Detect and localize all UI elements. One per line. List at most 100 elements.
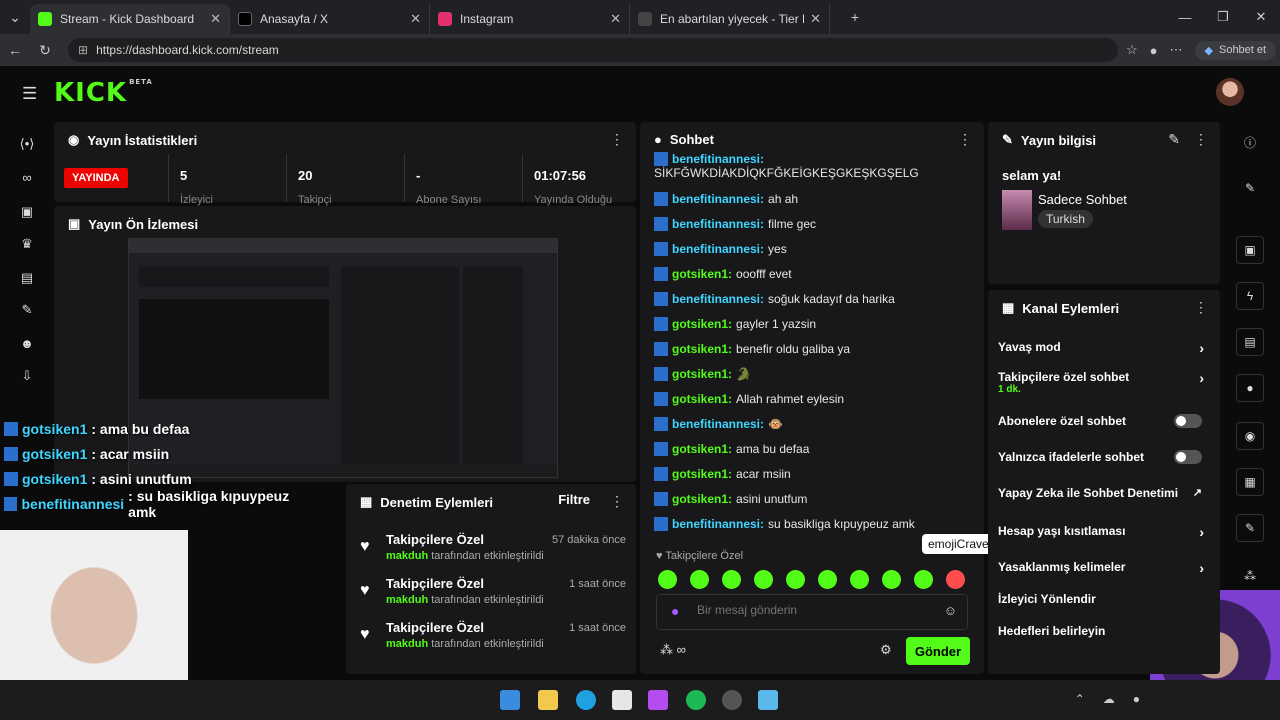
chat-username[interactable]: gotsiken1: (672, 317, 732, 331)
link-icon[interactable]: ∞ (18, 170, 36, 188)
more-icon[interactable]: ⋯ (1170, 42, 1183, 58)
close-window-icon[interactable]: ✕ (1242, 0, 1280, 34)
copilot-button[interactable]: ◆ Sohbet et (1194, 40, 1277, 60)
tab-kick-dashboard[interactable]: Stream - Kick Dashboard ✕ (30, 4, 230, 34)
audit-user[interactable]: makduh (386, 594, 428, 606)
start-icon[interactable] (500, 690, 520, 710)
chat-username[interactable]: gotsiken1: (672, 342, 732, 356)
chat-username[interactable]: gotsiken1: (672, 367, 732, 381)
layout-icon[interactable]: ⁂ (1236, 562, 1264, 590)
toggle-switch[interactable] (1174, 450, 1202, 464)
edge-icon[interactable] (576, 690, 596, 710)
tab-actions-icon[interactable]: ⌄ (0, 9, 30, 26)
url-field[interactable]: ⊞ https://dashboard.kick.com/stream (68, 38, 1118, 62)
panel-menu-icon[interactable]: ⋮ (958, 131, 972, 148)
mic-icon[interactable]: ● (671, 603, 679, 619)
menu-icon[interactable]: ☰ (22, 84, 37, 104)
tab-tierlist[interactable]: En abartılan yiyecek - Tier List, Kor ✕ (630, 4, 830, 34)
action-banned-words[interactable]: Yasaklanmış kelimeler › (998, 560, 1210, 576)
action-account-age[interactable]: Hesap yaşı kısıtlaması › (998, 524, 1210, 540)
emoji-picker-icon[interactable]: ☺ (944, 603, 957, 618)
document-icon[interactable]: ▤ (1236, 328, 1264, 356)
action-slow-mode[interactable]: Yavaş mod › (998, 340, 1210, 356)
toggle-switch[interactable] (1174, 414, 1202, 428)
chat-username[interactable]: gotsiken1: (672, 267, 732, 281)
capture-icon[interactable]: ▣ (1236, 236, 1264, 264)
emoji-button[interactable] (658, 570, 677, 589)
obs-icon[interactable] (722, 690, 742, 710)
chat-username[interactable]: gotsiken1: (672, 492, 732, 506)
server-icon[interactable]: ▦ (1236, 468, 1264, 496)
panel-menu-icon[interactable]: ⋮ (1194, 299, 1208, 316)
notepad-icon[interactable] (758, 690, 778, 710)
chat-username[interactable]: benefitinannesi: (672, 242, 764, 256)
panel-menu-icon[interactable]: ⋮ (610, 493, 624, 510)
wrench-icon[interactable]: ✎ (18, 302, 36, 320)
mic-icon[interactable]: ● (1133, 692, 1140, 706)
action-ai-moderation[interactable]: Yapay Zeka ile Sohbet Denetimi ↗ (998, 486, 1210, 500)
copilot-app-icon[interactable] (648, 690, 668, 710)
audit-user[interactable]: makduh (386, 550, 428, 562)
file-explorer-icon[interactable] (538, 690, 558, 710)
chat-username[interactable]: benefitinannesi: (672, 517, 764, 531)
kick-logo[interactable]: KICK BETA (54, 78, 153, 108)
emoji-button[interactable] (882, 570, 901, 589)
minimize-icon[interactable]: — (1166, 0, 1204, 34)
chat-username[interactable]: benefitinannesi: (672, 152, 764, 166)
emoji-button[interactable] (786, 570, 805, 589)
broadcast-icon[interactable]: ◉ (1236, 422, 1264, 450)
send-button[interactable]: Gönder (906, 637, 970, 665)
bolt-icon[interactable]: ϟ (1236, 282, 1264, 310)
profile-icon[interactable]: ● (1150, 43, 1158, 58)
close-tab-icon[interactable]: ✕ (610, 11, 621, 27)
action-followers-only[interactable]: Takipçilere özel sohbet 1 dk. › (998, 370, 1210, 395)
reload-icon[interactable]: ↻ (30, 42, 60, 59)
site-info-icon[interactable]: ⊞ (78, 43, 88, 57)
emoji-button[interactable] (690, 570, 709, 589)
spotify-icon[interactable] (686, 690, 706, 710)
panel-menu-icon[interactable]: ⋮ (610, 131, 624, 148)
emoji-button[interactable] (722, 570, 741, 589)
chat-input-box[interactable]: ● ☺ (656, 594, 968, 630)
tab-instagram[interactable]: Instagram ✕ (430, 4, 630, 34)
trophy-icon[interactable]: ♛ (18, 236, 36, 254)
chevron-up-icon[interactable]: ⌃ (1075, 692, 1085, 706)
category-name[interactable]: Sadece Sohbet (1038, 192, 1127, 207)
chat-username[interactable]: benefitinannesi: (672, 217, 764, 231)
chart-icon[interactable]: ▣ (18, 204, 36, 222)
close-tab-icon[interactable]: ✕ (210, 11, 221, 27)
wrench-icon[interactable]: ✎ (1236, 514, 1264, 542)
info-icon[interactable]: ⓘ (1236, 128, 1264, 156)
back-icon[interactable]: ← (0, 42, 30, 58)
stream-icon[interactable]: ⟨•⟩ (18, 136, 36, 154)
channel-points[interactable]: ⁂ ∞ (660, 642, 686, 658)
users-icon[interactable]: ☻ (18, 336, 36, 354)
avatar[interactable] (1216, 78, 1244, 106)
close-tab-icon[interactable]: ✕ (410, 11, 421, 27)
gear-icon[interactable]: ⚙ (880, 642, 892, 658)
emoji-button[interactable] (850, 570, 869, 589)
chat-username[interactable]: gotsiken1: (672, 392, 732, 406)
filter-button[interactable]: Filtre (558, 492, 590, 507)
chat-username[interactable]: benefitinannesi: (672, 192, 764, 206)
chat-username[interactable]: benefitinannesi: (672, 417, 764, 431)
tab-x[interactable]: Anasayfa / X ✕ (230, 4, 430, 34)
emoji-button[interactable] (818, 570, 837, 589)
cloud-icon[interactable]: ☁ (1103, 692, 1115, 706)
emoji-button[interactable] (754, 570, 773, 589)
maximize-icon[interactable]: ❐ (1204, 0, 1242, 34)
download-icon[interactable]: ⇩ (18, 368, 36, 386)
close-tab-icon[interactable]: ✕ (810, 11, 821, 27)
action-redirect-viewers[interactable]: İzleyici Yönlendir (998, 592, 1210, 606)
edit-icon[interactable]: ✎ (1168, 131, 1180, 148)
store-icon[interactable] (612, 690, 632, 710)
emoji-button[interactable] (914, 570, 933, 589)
new-tab-icon[interactable]: + (840, 9, 870, 25)
panel-menu-icon[interactable]: ⋮ (1194, 131, 1208, 148)
chat-username[interactable]: benefitinannesi: (672, 292, 764, 306)
emoji-crave-button[interactable] (946, 570, 965, 589)
library-icon[interactable]: ▤ (18, 270, 36, 288)
audit-user[interactable]: makduh (386, 638, 428, 650)
chat-username[interactable]: gotsiken1: (672, 442, 732, 456)
edit-icon[interactable]: ✎ (1236, 174, 1264, 202)
